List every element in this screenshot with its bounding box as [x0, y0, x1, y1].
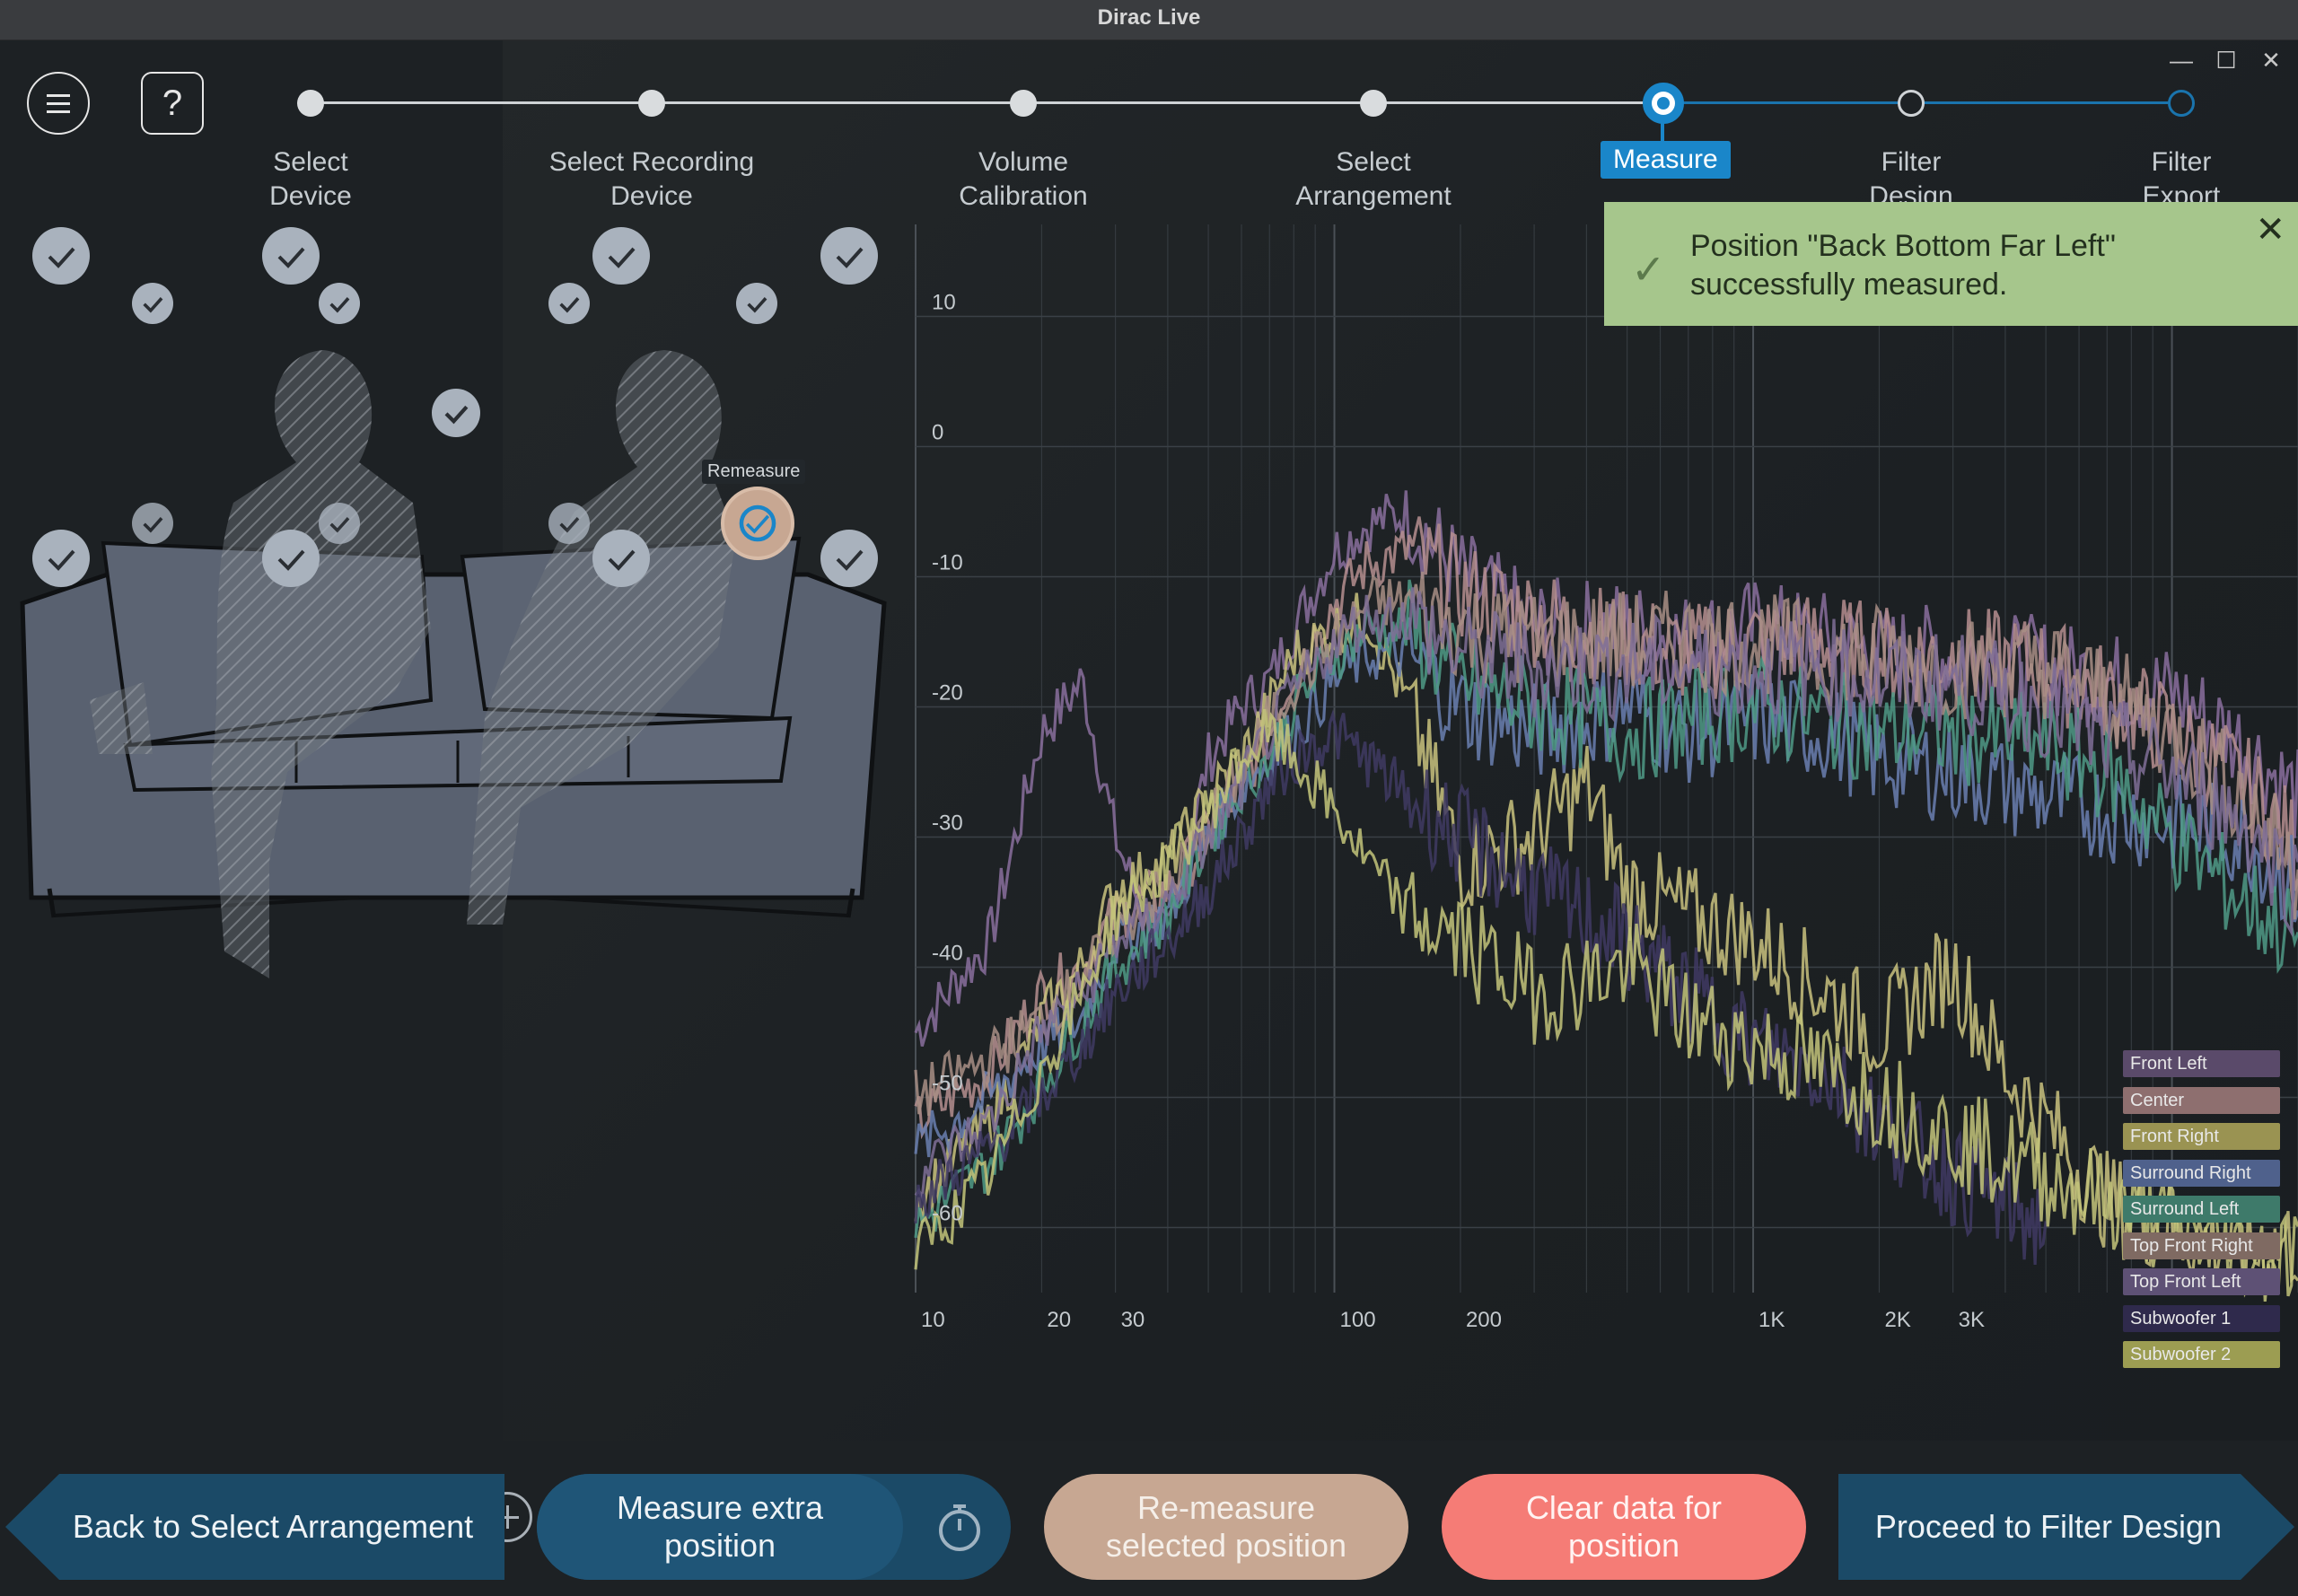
- stopwatch-icon[interactable]: [934, 1501, 986, 1553]
- back-button-label: Back to Select Arrangement: [72, 1508, 474, 1545]
- legend-item[interactable]: Subwoofer 2: [2123, 1341, 2280, 1368]
- clear-data-button[interactable]: Clear data for position: [1442, 1474, 1806, 1580]
- step-dot-filter-design[interactable]: [1898, 90, 1925, 117]
- sofa-illustration: [20, 350, 887, 978]
- x-tick-label: 200: [1466, 1308, 1502, 1332]
- toast-message: Position "Back Bottom Far Left" successf…: [1690, 229, 2116, 302]
- mic-position-marker[interactable]: [820, 530, 878, 587]
- check-icon: ✓: [1631, 246, 1666, 293]
- mic-position-marker[interactable]: [592, 530, 650, 587]
- mic-position-marker[interactable]: [262, 530, 320, 587]
- toast-close-icon[interactable]: ✕: [2255, 209, 2285, 250]
- legend-item[interactable]: Front Left: [2123, 1050, 2280, 1077]
- mic-position-marker[interactable]: [132, 283, 173, 324]
- step-label-volume-calibration[interactable]: Volume Calibration: [889, 145, 1158, 214]
- mic-position-marker[interactable]: [132, 503, 173, 544]
- y-tick-label: -60: [932, 1202, 963, 1226]
- listening-area: Remeasure: [0, 215, 898, 1542]
- proceed-button-label: Proceed to Filter Design: [1874, 1508, 2223, 1545]
- y-tick-label: -50: [932, 1072, 963, 1096]
- mic-position-marker[interactable]: [319, 283, 360, 324]
- step-label-measure[interactable]: Measure: [1601, 141, 1731, 179]
- step-dot-measure[interactable]: [1643, 83, 1684, 124]
- y-tick-label: -40: [932, 942, 963, 966]
- x-tick-label: 100: [1340, 1308, 1376, 1332]
- success-toast: ✓ Position "Back Bottom Far Left" succes…: [1604, 202, 2298, 326]
- step-dot-select-arrangement[interactable]: [1360, 90, 1387, 117]
- remeasure-button[interactable]: Re-measure selected position: [1044, 1474, 1408, 1580]
- mic-position-marker[interactable]: [32, 227, 90, 285]
- x-tick-label: 2K: [1884, 1308, 1910, 1332]
- mic-position-marker[interactable]: [548, 283, 590, 324]
- x-tick-label: 1K: [1759, 1308, 1785, 1332]
- mic-position-marker[interactable]: [262, 227, 320, 285]
- y-tick-label: -10: [932, 551, 963, 575]
- y-tick-label: -20: [932, 681, 963, 706]
- frequency-response-chart: 100-10-20-30-40-50-601020301002001K2K3K1…: [914, 224, 2298, 1332]
- x-tick-label: 30: [1121, 1308, 1145, 1332]
- y-tick-label: -30: [932, 811, 963, 836]
- step-dot-volume-calibration[interactable]: [1010, 90, 1037, 117]
- selected-mic-position[interactable]: [721, 487, 794, 560]
- measure-extra-button[interactable]: Measure extra position: [537, 1474, 1011, 1580]
- legend-item[interactable]: Surround Right: [2123, 1159, 2280, 1187]
- remeasure-tooltip: Remeasure: [702, 460, 806, 484]
- step-label-select-device[interactable]: Select Device: [176, 145, 445, 214]
- x-tick-label: 10: [921, 1308, 945, 1332]
- legend-item[interactable]: Center: [2123, 1086, 2280, 1114]
- legend-item[interactable]: Subwoofer 1: [2123, 1304, 2280, 1332]
- chart-series: [914, 490, 2298, 1302]
- back-button[interactable]: Back to Select Arrangement: [5, 1474, 504, 1580]
- measure-extra-label: Measure extra position: [537, 1474, 903, 1580]
- legend-item[interactable]: Front Right: [2123, 1123, 2280, 1150]
- step-label-select-recording-device[interactable]: Select Recording Device: [517, 145, 786, 214]
- stepper-line-done: [310, 101, 1661, 104]
- series-line-subwoofer-1: [914, 709, 2048, 1265]
- legend-item[interactable]: Top Front Right: [2123, 1232, 2280, 1259]
- step-dot-select-device[interactable]: [297, 90, 324, 117]
- step-label-select-arrangement[interactable]: Select Arrangement: [1239, 145, 1508, 214]
- mic-position-marker[interactable]: [592, 227, 650, 285]
- x-tick-label: 3K: [1959, 1308, 1985, 1332]
- legend-item[interactable]: Top Front Left: [2123, 1268, 2280, 1295]
- y-tick-label: 10: [932, 291, 956, 315]
- x-tick-label: 20: [1047, 1308, 1071, 1332]
- proceed-button[interactable]: Proceed to Filter Design: [1838, 1474, 2294, 1580]
- mic-position-marker[interactable]: [319, 503, 360, 544]
- step-dot-filter-export[interactable]: [2168, 90, 2195, 117]
- mic-position-marker[interactable]: [736, 283, 777, 324]
- mic-position-marker[interactable]: [820, 227, 878, 285]
- mic-position-marker[interactable]: [32, 530, 90, 587]
- progress-stepper: Select Device Select Recording Device Vo…: [0, 0, 2298, 215]
- mic-position-marker[interactable]: [548, 503, 590, 544]
- mic-position-marker[interactable]: [432, 389, 480, 437]
- series-line-subwoofer-2: [914, 708, 2298, 1302]
- legend-item[interactable]: Surround Left: [2123, 1196, 2280, 1223]
- step-dot-select-recording-device[interactable]: [638, 90, 665, 117]
- y-tick-label: 0: [932, 421, 943, 445]
